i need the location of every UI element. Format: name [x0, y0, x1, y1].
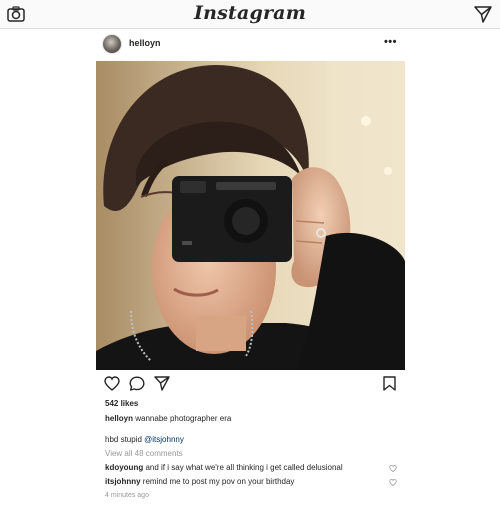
instagram-logo[interactable]: Instagram	[0, 2, 500, 24]
comment-row: kdoyoung and if i say what we're all thi…	[105, 463, 343, 473]
bookmark-icon[interactable]	[383, 376, 396, 391]
comment-username[interactable]: itsjohnny	[105, 477, 141, 486]
comment-body: and if i say what we're all thinking i g…	[145, 463, 343, 472]
comment-line: hbd stupid @itsjohnny	[105, 435, 184, 445]
paper-plane-icon[interactable]	[474, 6, 492, 23]
post-timestamp: 4 minutes ago	[105, 492, 149, 499]
comment-like-heart-icon[interactable]	[389, 479, 397, 486]
view-all-comments-link[interactable]: View all 48 comments	[105, 449, 183, 459]
caption-text: wannabe photographer era	[135, 414, 232, 423]
share-icon[interactable]	[154, 376, 170, 391]
comment-body: remind me to post my pov on your birthda…	[142, 477, 295, 486]
like-heart-icon[interactable]	[104, 376, 120, 391]
action-bar	[96, 373, 405, 395]
more-options-icon[interactable]: •••	[384, 36, 397, 48]
post-header: helloyn •••	[96, 32, 405, 58]
caption-username[interactable]: helloyn	[105, 414, 133, 423]
top-bar: Instagram	[0, 0, 500, 29]
caption: helloyn wannabe photographer era	[105, 414, 231, 424]
photo-illustration	[96, 61, 405, 370]
post-username[interactable]: helloyn	[129, 38, 161, 48]
comment-text: hbd stupid	[105, 435, 145, 444]
mention-link[interactable]: @itsjohnny	[144, 435, 184, 444]
comment-username[interactable]: kdoyoung	[105, 463, 143, 472]
comment-icon[interactable]	[129, 376, 145, 391]
like-count[interactable]: 542 likes	[105, 399, 138, 409]
comment-row: itsjohnny remind me to post my pov on yo…	[105, 477, 294, 487]
post-photo[interactable]	[96, 61, 405, 370]
comment-like-heart-icon[interactable]	[389, 465, 397, 472]
avatar[interactable]	[102, 34, 122, 54]
